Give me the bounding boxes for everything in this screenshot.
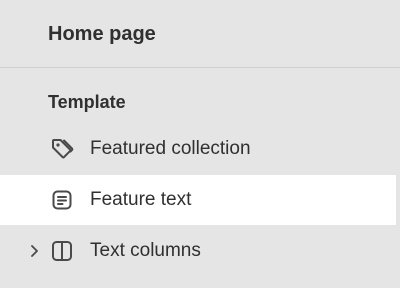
- text-block-icon: [49, 187, 75, 213]
- chevron-right-icon[interactable]: [26, 241, 42, 261]
- template-item-label: Featured collection: [90, 138, 251, 159]
- template-item-feature-text[interactable]: Feature text: [0, 175, 396, 225]
- template-section-heading: Template: [48, 92, 126, 112]
- template-item-label: Feature text: [90, 189, 192, 210]
- template-item-text-columns[interactable]: Text columns: [0, 226, 400, 276]
- theme-editor-sidebar: Home page Template Featured collection F…: [0, 0, 400, 288]
- template-item-featured-collection[interactable]: Featured collection: [0, 124, 400, 174]
- template-item-label: Text columns: [90, 240, 201, 261]
- columns-icon: [49, 238, 75, 264]
- header-divider: [0, 67, 400, 68]
- page-title: Home page: [48, 23, 156, 45]
- tag-icon: [49, 136, 75, 162]
